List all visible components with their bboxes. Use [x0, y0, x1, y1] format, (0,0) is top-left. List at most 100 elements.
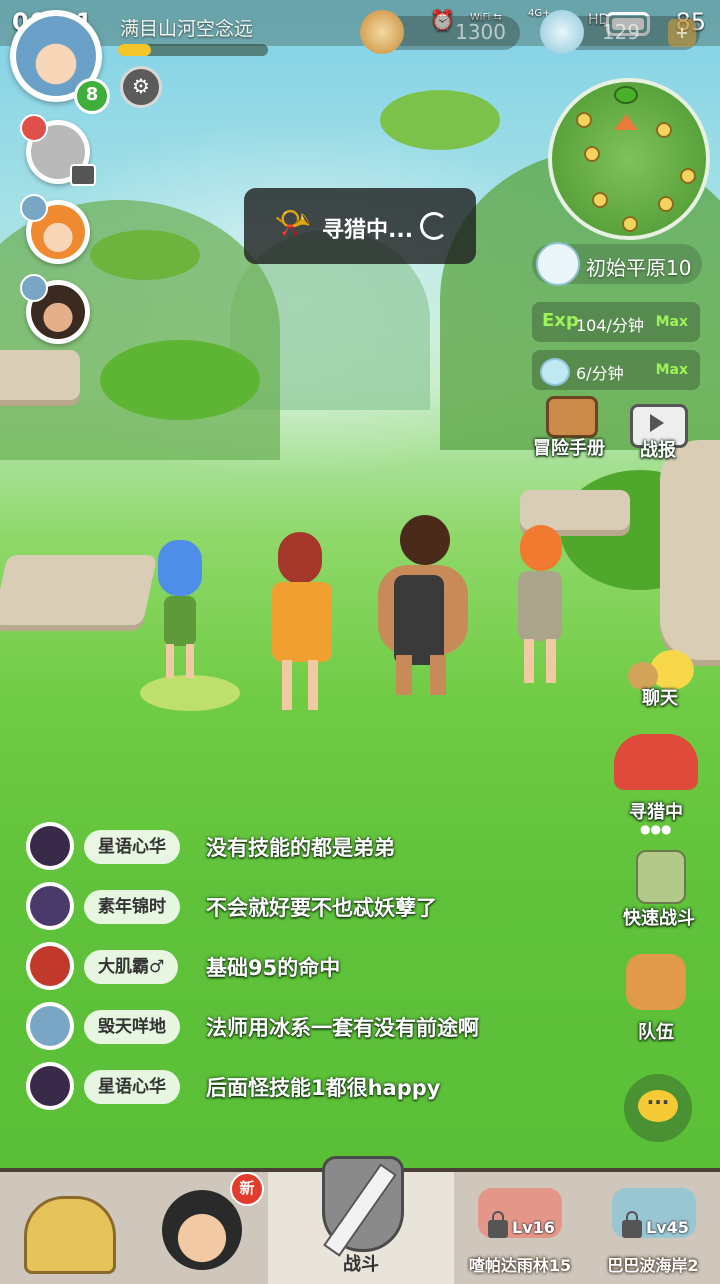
chat-username: 大肌霸♂ — [84, 950, 179, 984]
chat-channel-label: 聊天 — [642, 688, 678, 709]
rock-cliff — [660, 440, 720, 660]
location-label[interactable]: 初始平原10 — [532, 242, 702, 286]
character-orange-hair-girl[interactable] — [500, 525, 580, 685]
chat-username: 星语心华 — [84, 830, 180, 864]
ground-glow — [140, 675, 240, 711]
exp-rate-panel: Exp 104/分钟 Max — [532, 302, 700, 342]
shell-value: 1300 — [455, 20, 506, 44]
exp-max: Max — [655, 314, 688, 330]
team-icon — [626, 954, 686, 1010]
palm-canopy — [380, 90, 500, 150]
palm-canopy — [90, 230, 200, 280]
shell-icon — [360, 10, 404, 54]
area-name: 喳帕达雨林15 — [468, 1256, 572, 1275]
chat-text: 后面怪技能1都很happy — [206, 1076, 441, 1100]
chat-username: 毁天咩地 — [84, 1010, 180, 1044]
character-red-hair-warrior[interactable] — [268, 532, 338, 712]
chat-message[interactable]: 毁天咩地 法师用冰系一套有没有前途啊 — [26, 1002, 586, 1052]
exp-rate: 104/分钟 — [576, 316, 644, 335]
nav-hero[interactable]: 新 — [134, 1172, 268, 1284]
gear-icon: ⚙ — [132, 74, 150, 98]
area-level: Lv45 — [646, 1218, 689, 1237]
loading-spinner-icon — [420, 212, 448, 240]
stone-slab — [520, 490, 630, 530]
chat-channel-button[interactable]: 聊天 — [620, 646, 700, 709]
player-exp-bar — [118, 44, 268, 56]
chat-avatar — [26, 942, 74, 990]
chat-message[interactable]: 星语心华 后面怪技能1都很happy — [26, 1062, 586, 1112]
chat-avatar-face — [30, 946, 70, 986]
map-node — [658, 196, 674, 212]
team-label: 队伍 — [638, 1022, 674, 1043]
gem-rate: 6/分钟 — [576, 364, 624, 383]
chat-text: 没有技能的都是弟弟 — [206, 836, 395, 860]
lock-icon — [488, 1211, 508, 1238]
dinosaur-icon — [614, 734, 698, 790]
chat-avatar-face — [30, 826, 70, 866]
hunting-button[interactable]: 寻猎中 ●●● — [606, 730, 706, 836]
adventure-handbook-button[interactable]: 冒险手册 — [528, 392, 610, 462]
nav-battle[interactable]: 战斗 — [268, 1156, 454, 1284]
character-caveman-leader[interactable] — [360, 515, 480, 695]
nav-area-rainforest[interactable]: Lv16 喳帕达雨林15 — [454, 1172, 586, 1284]
character-blue-hair-mage[interactable] — [150, 540, 210, 680]
nav-tribe[interactable] — [0, 1172, 134, 1284]
party-member-2[interactable] — [20, 194, 90, 264]
quick-battle-button[interactable]: 快速战斗 — [616, 846, 702, 929]
gem-rate-panel: 6/分钟 Max — [532, 350, 700, 390]
add-gem-button[interactable]: + — [668, 19, 696, 47]
gem-icon — [540, 10, 584, 54]
bush — [100, 340, 260, 420]
chat-avatar — [26, 822, 74, 870]
team-button[interactable]: 队伍 — [618, 950, 694, 1044]
player-level-badge: 8 — [74, 78, 110, 114]
party-member-3[interactable] — [20, 274, 90, 344]
hunting-toast: 📯 寻猎中... — [244, 188, 476, 264]
party-tag-icon — [20, 194, 48, 222]
chat-text: 法师用冰系一套有没有前途啊 — [206, 1016, 479, 1040]
party-member-1[interactable] — [20, 114, 96, 186]
hero-portrait-icon — [162, 1190, 242, 1270]
chat-avatar — [26, 882, 74, 930]
tribe-hut-icon — [24, 1196, 116, 1274]
minimap[interactable] — [548, 78, 710, 240]
map-node — [622, 216, 638, 232]
chat-message[interactable]: 素年锦时 不会就好要不也忒妖孽了 — [26, 882, 586, 932]
chat-username: 素年锦时 — [84, 890, 180, 924]
new-badge: 新 — [230, 1172, 264, 1206]
map-node — [656, 122, 672, 138]
more-dots-icon: ●●● — [640, 822, 672, 836]
chat-text: 基础95的命中 — [206, 956, 341, 980]
speech-bubble-icon: ··· — [638, 1090, 678, 1122]
horn-icon: 📯 — [274, 206, 312, 241]
party-tag-icon — [20, 114, 48, 142]
map-current-node — [614, 86, 638, 104]
area-name: 巴巴波海岸2 — [607, 1256, 699, 1275]
open-chat-button[interactable]: ··· — [624, 1074, 692, 1142]
chat-avatar-face — [30, 1066, 70, 1106]
map-node — [592, 192, 608, 208]
currency-gem[interactable]: 129 + — [540, 10, 700, 54]
player-exp-fill — [118, 44, 151, 56]
quick-battle-label: 快速战斗 — [623, 908, 695, 929]
chat-message[interactable]: 大肌霸♂ 基础95的命中 — [26, 942, 586, 992]
map-node — [680, 168, 696, 184]
settings-button[interactable]: ⚙ — [120, 66, 162, 108]
gem-rate-icon — [540, 358, 570, 386]
stone-table — [0, 350, 80, 400]
handbook-label: 冒险手册 — [533, 438, 605, 459]
party-tag-icon — [20, 274, 48, 302]
battle-report-button[interactable]: 战报 — [622, 400, 694, 462]
stone-slab — [0, 555, 158, 625]
exp-label: Exp — [542, 310, 579, 331]
nav-area-coast[interactable]: Lv45 巴巴波海岸2 — [586, 1172, 720, 1284]
player-name: 满目山河空念远 — [120, 18, 254, 40]
gem-max: Max — [655, 362, 688, 378]
chat-message[interactable]: 星语心华 没有技能的都是弟弟 — [26, 822, 586, 872]
chat-avatar-face — [30, 886, 70, 926]
lock-icon — [622, 1211, 642, 1238]
gem-value: 129 — [601, 20, 640, 44]
currency-shell[interactable]: 1300 — [360, 10, 520, 54]
area-level: Lv16 — [512, 1218, 555, 1237]
player-marker-icon — [614, 114, 638, 130]
